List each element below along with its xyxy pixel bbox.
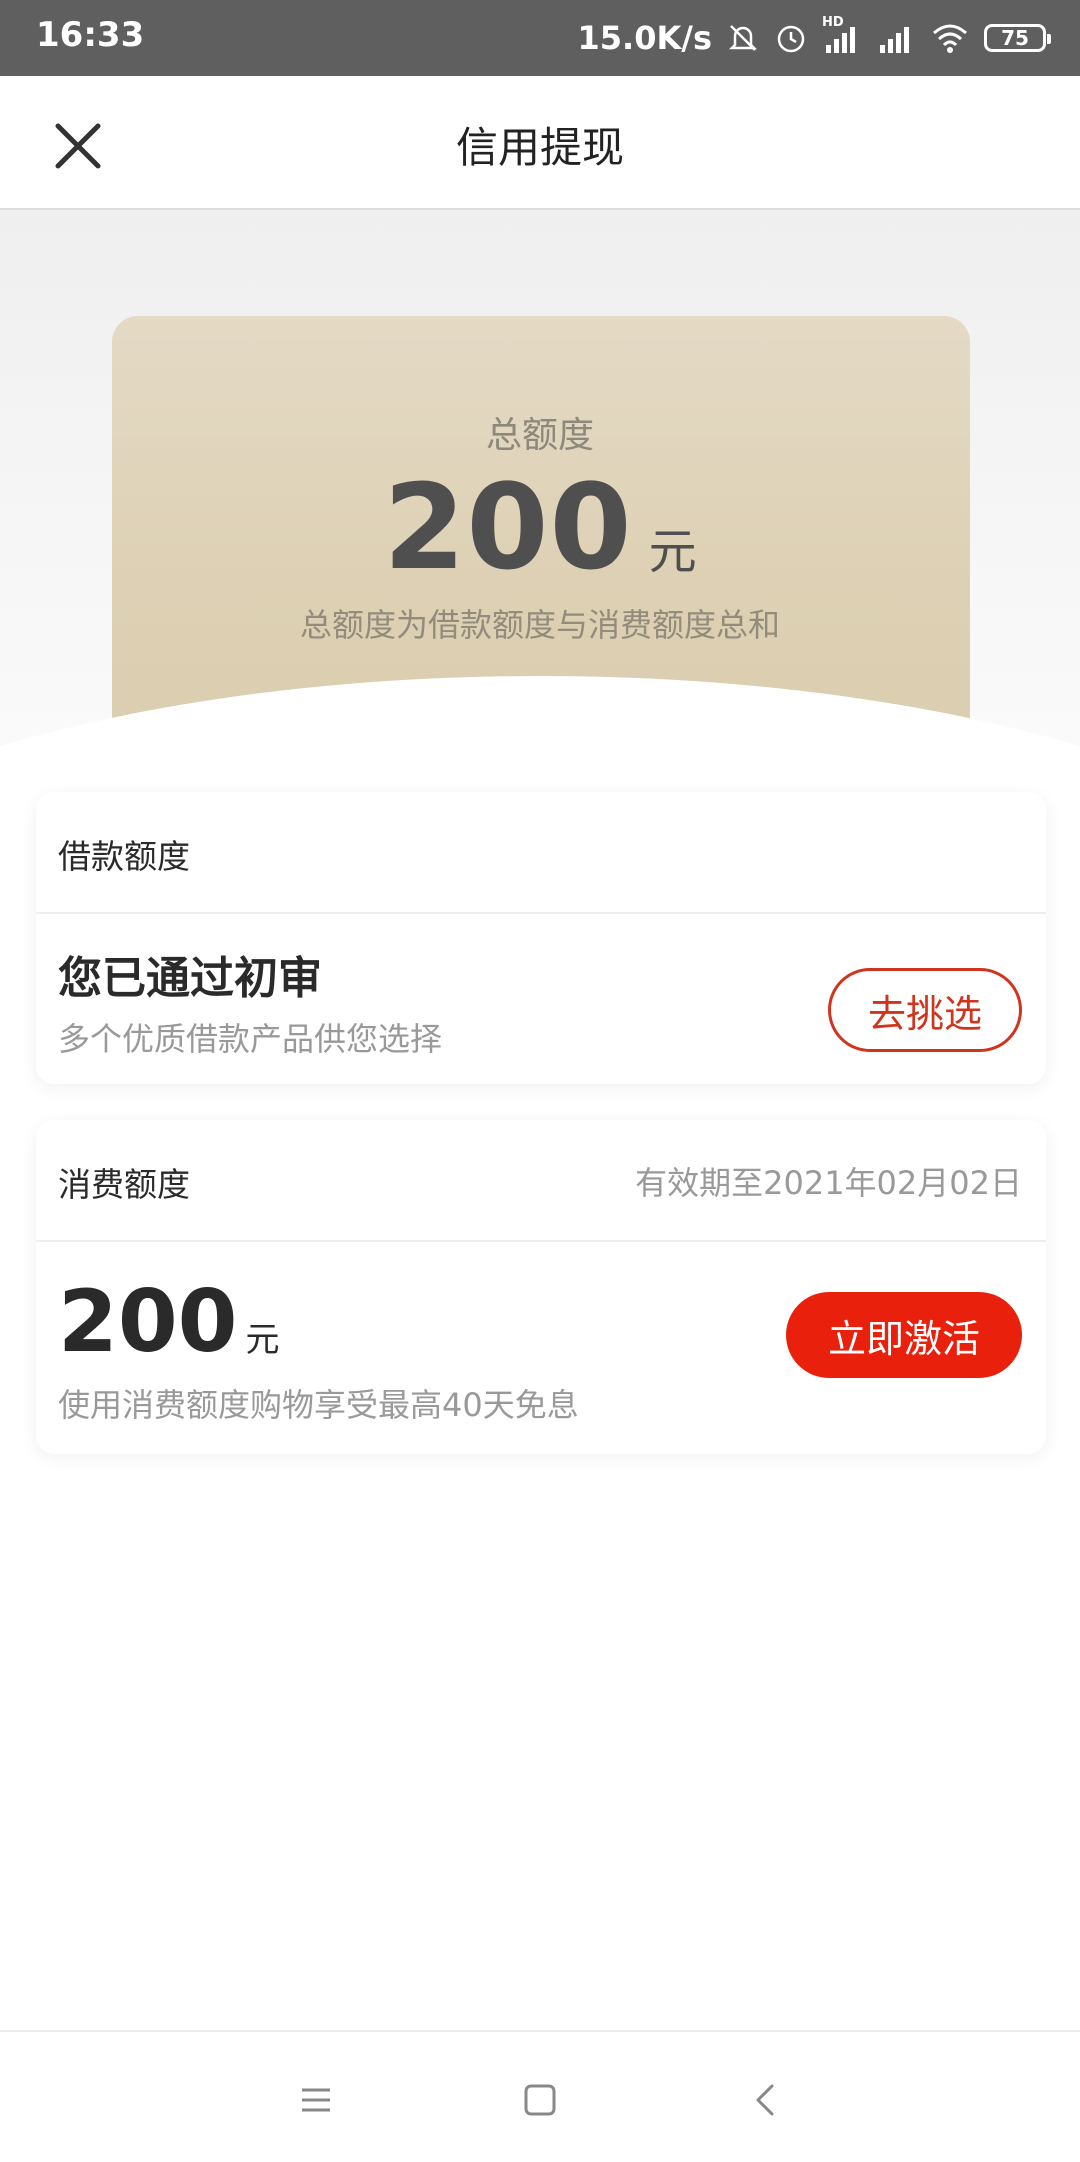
total-credit-hero: 总额度 200 元 总额度为借款额度与消费额度总和 (0, 210, 1080, 750)
loan-credit-card: 借款额度 您已通过初审 多个优质借款产品供您选择 去挑选 (36, 792, 1046, 1084)
loan-description: 多个优质借款产品供您选择 (58, 1020, 443, 1058)
consume-unit: 元 (245, 1320, 280, 1360)
signal-icon (876, 21, 916, 55)
activate-button[interactable]: 立即激活 (786, 1292, 1022, 1378)
mute-icon (726, 21, 760, 55)
alarm-icon (774, 21, 808, 55)
loan-card-title: 借款额度 (58, 837, 190, 876)
system-nav-bar (0, 2030, 1080, 2162)
consumption-credit-card: 消费额度 有效期至2021年02月02日 200 元 使用消费额度购物享受最高40… (36, 1120, 1046, 1454)
battery-icon: 75 (984, 24, 1051, 52)
consume-card-body: 200 元 使用消费额度购物享受最高40天免息 立即激活 (36, 1242, 1046, 1454)
total-credit-unit: 元 (648, 524, 697, 580)
status-time: 16:33 (36, 15, 145, 55)
status-bar: 16:33 15.0K/s HD 75 (0, 0, 1080, 76)
home-button[interactable] (502, 2062, 578, 2138)
battery-level: 75 (1001, 26, 1029, 50)
total-credit-amount: 200 (383, 458, 633, 596)
menu-icon (302, 2088, 330, 2112)
net-speed: 15.0K/s (577, 19, 712, 57)
wifi-icon (930, 21, 970, 55)
total-credit-amount-row: 200 元 (0, 458, 1080, 596)
loan-card-body: 您已通过初审 多个优质借款产品供您选择 去挑选 (36, 914, 1046, 1094)
page-title: 信用提现 (455, 123, 624, 172)
menu-button[interactable] (278, 2062, 354, 2138)
back-button[interactable] (728, 2062, 804, 2138)
consume-amount-row: 200 元 (58, 1272, 280, 1372)
consume-card-header: 消费额度 有效期至2021年02月02日 (36, 1120, 1046, 1242)
status-icons: 15.0K/s HD 75 (577, 14, 1051, 62)
home-icon (524, 2084, 556, 2116)
total-credit-note: 总额度为借款额度与消费额度总和 (299, 606, 780, 644)
loan-card-header: 借款额度 (36, 792, 1046, 914)
validity-date: 有效期至2021年02月02日 (635, 1164, 1022, 1202)
total-credit-label: 总额度 (485, 415, 594, 456)
hd-badge: HD (822, 15, 844, 30)
title-bar: 信用提现 (0, 76, 1080, 210)
consume-card-title: 消费额度 (58, 1165, 190, 1204)
consume-description: 使用消费额度购物享受最高40天免息 (58, 1386, 579, 1424)
hd-signal-icon: HD (822, 15, 862, 55)
consume-amount: 200 (58, 1272, 238, 1372)
choose-loan-button[interactable]: 去挑选 (828, 968, 1022, 1052)
back-icon (756, 2084, 774, 2116)
loan-status: 您已通过初审 (58, 953, 322, 1004)
